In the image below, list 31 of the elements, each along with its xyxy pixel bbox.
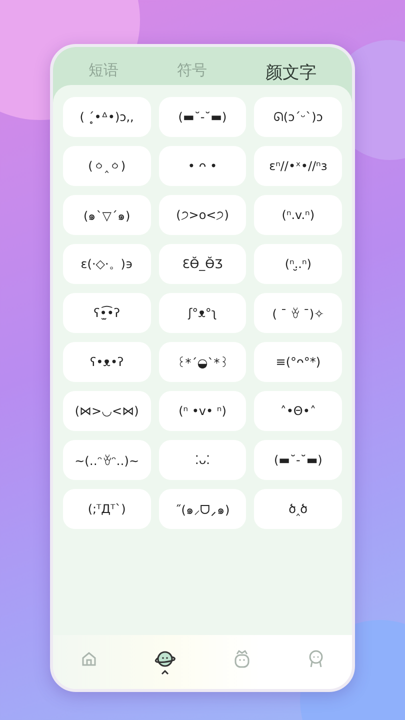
kaomoji-item[interactable]: ծ‸ծ [254, 489, 342, 529]
home-icon [80, 650, 98, 668]
kaomoji-item[interactable]: • ᴖ • [158, 146, 246, 186]
kaomoji-item[interactable]: (ⁿ.̮.ⁿ) [254, 244, 342, 284]
kaomoji-item[interactable]: (๑`▽´๑) [63, 195, 151, 235]
kaomoji-item[interactable]: ʕ•̫͡•ʔ [63, 293, 151, 333]
kaomoji-item[interactable]: (⋈>◡<⋈) [63, 391, 151, 431]
kaomoji-item[interactable]: ᘏ(ɔˊᵕˋ)ɔ [254, 97, 342, 137]
kaomoji-item[interactable]: ˝(๑⸝ᗜ⸝๑) [158, 489, 246, 529]
kaomoji-item[interactable]: (੭>o<੭) [158, 195, 246, 235]
caret-icon [161, 670, 170, 675]
kaomoji-item[interactable]: ƐӨ̆_Ө̆Ʒ [158, 244, 246, 284]
kaomoji-item[interactable]: ( ¯ ꈊ ¯)✧ [254, 293, 342, 333]
kaomoji-item[interactable]: ꒰*´◒`*꒱ [158, 342, 246, 382]
kaomoji-item[interactable]: ˄•Θ•˄ [254, 391, 342, 431]
kaomoji-item[interactable]: (ㆁ‸ㆁ) [63, 146, 151, 186]
kaomoji-item[interactable]: ε(·◇·。)϶ [63, 244, 151, 284]
kaomoji-item[interactable]: (ⁿ •v• ⁿ) [158, 391, 246, 431]
kaomoji-item[interactable]: εⁿ//•ˣ•//ⁿз [254, 146, 342, 186]
category-tab[interactable]: 颜文字 [262, 61, 321, 85]
kaomoji-item[interactable]: ʕ•ᴥ•ʔ [63, 342, 151, 382]
kaomoji-item[interactable]: ≡(°ᴖ°*) [254, 342, 342, 382]
kaomoji-item[interactable]: ⁚ᴗ⁚ [158, 440, 246, 480]
kaomoji-item[interactable]: (;ᵀДᵀ`) [63, 489, 151, 529]
kaomoji-item[interactable]: (▬˘-˘▬) [254, 440, 342, 480]
smiley-icon [306, 649, 325, 669]
kaomoji-item[interactable]: ʃ°ᴥ°ʅ [158, 293, 246, 333]
kaomoji-item[interactable]: ~(‥ᵔꈊᵔ‥)~ [63, 440, 151, 480]
kaomoji-item[interactable]: (ⁿ.v.ⁿ) [254, 195, 342, 235]
kaomoji-item[interactable]: (▬˘-˘▬) [158, 97, 246, 137]
kaomoji-item[interactable]: ( ˊ̥•ᐞ•)ɔ,, [63, 97, 151, 137]
